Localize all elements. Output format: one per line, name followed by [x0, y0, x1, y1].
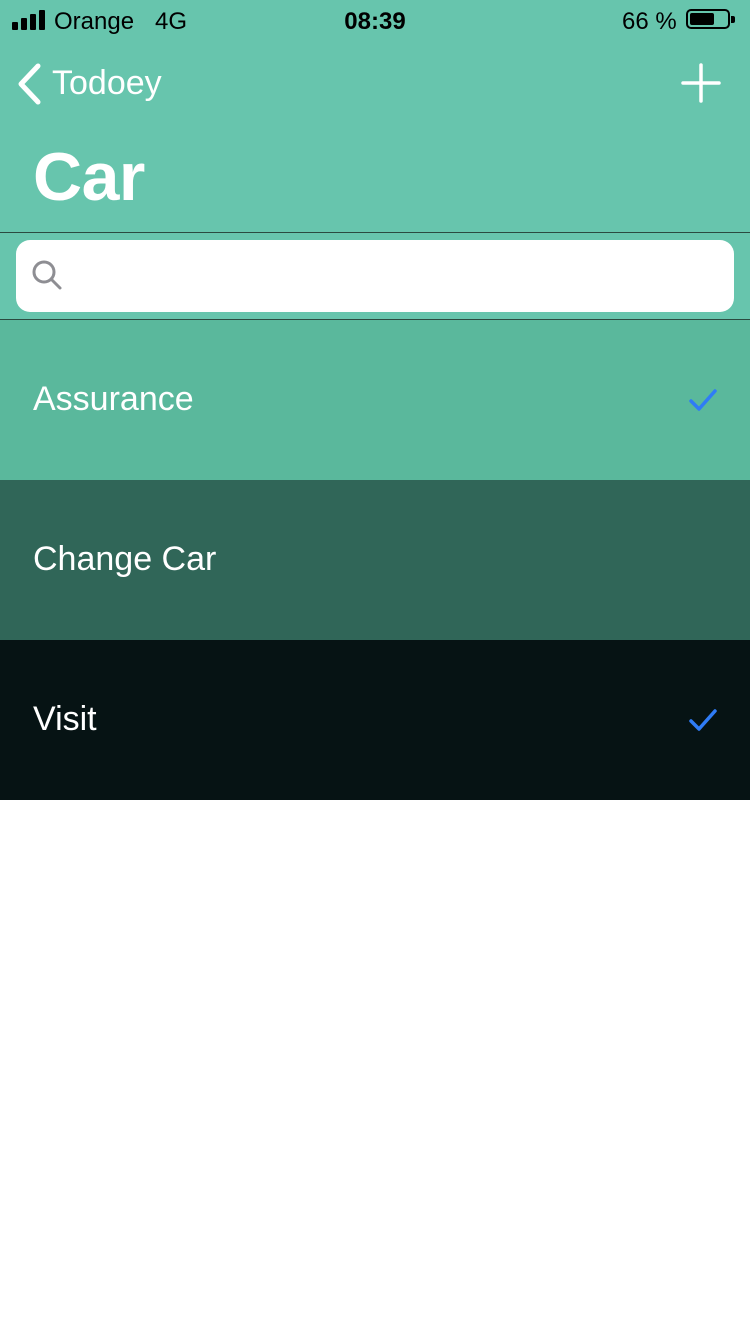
- checkmark-icon: [689, 709, 717, 731]
- battery-percent: 66 %: [622, 8, 677, 35]
- navigation-bar: Orange 4G 08:39 66 % Todoey Car: [0, 0, 750, 232]
- add-item-button[interactable]: [676, 58, 726, 108]
- todo-item-label: Visit: [33, 700, 97, 738]
- todo-item-row[interactable]: Assurance: [0, 320, 750, 480]
- back-button[interactable]: Todoey: [16, 58, 216, 110]
- back-button-label: Todoey: [52, 64, 162, 102]
- todo-item-label: Assurance: [33, 380, 194, 418]
- search-bar: [0, 233, 750, 319]
- search-input[interactable]: [16, 240, 734, 312]
- status-bar: Orange 4G 08:39 66 %: [0, 0, 750, 40]
- chevron-left-icon: [18, 63, 41, 105]
- page-title: Car: [33, 139, 145, 215]
- plus-icon: [681, 63, 721, 103]
- todo-item-label: Change Car: [33, 540, 217, 578]
- checkmark-icon: [689, 389, 717, 411]
- todo-item-row[interactable]: Change Car: [0, 480, 750, 640]
- battery-icon: [686, 9, 735, 29]
- todo-item-row[interactable]: Visit: [0, 640, 750, 800]
